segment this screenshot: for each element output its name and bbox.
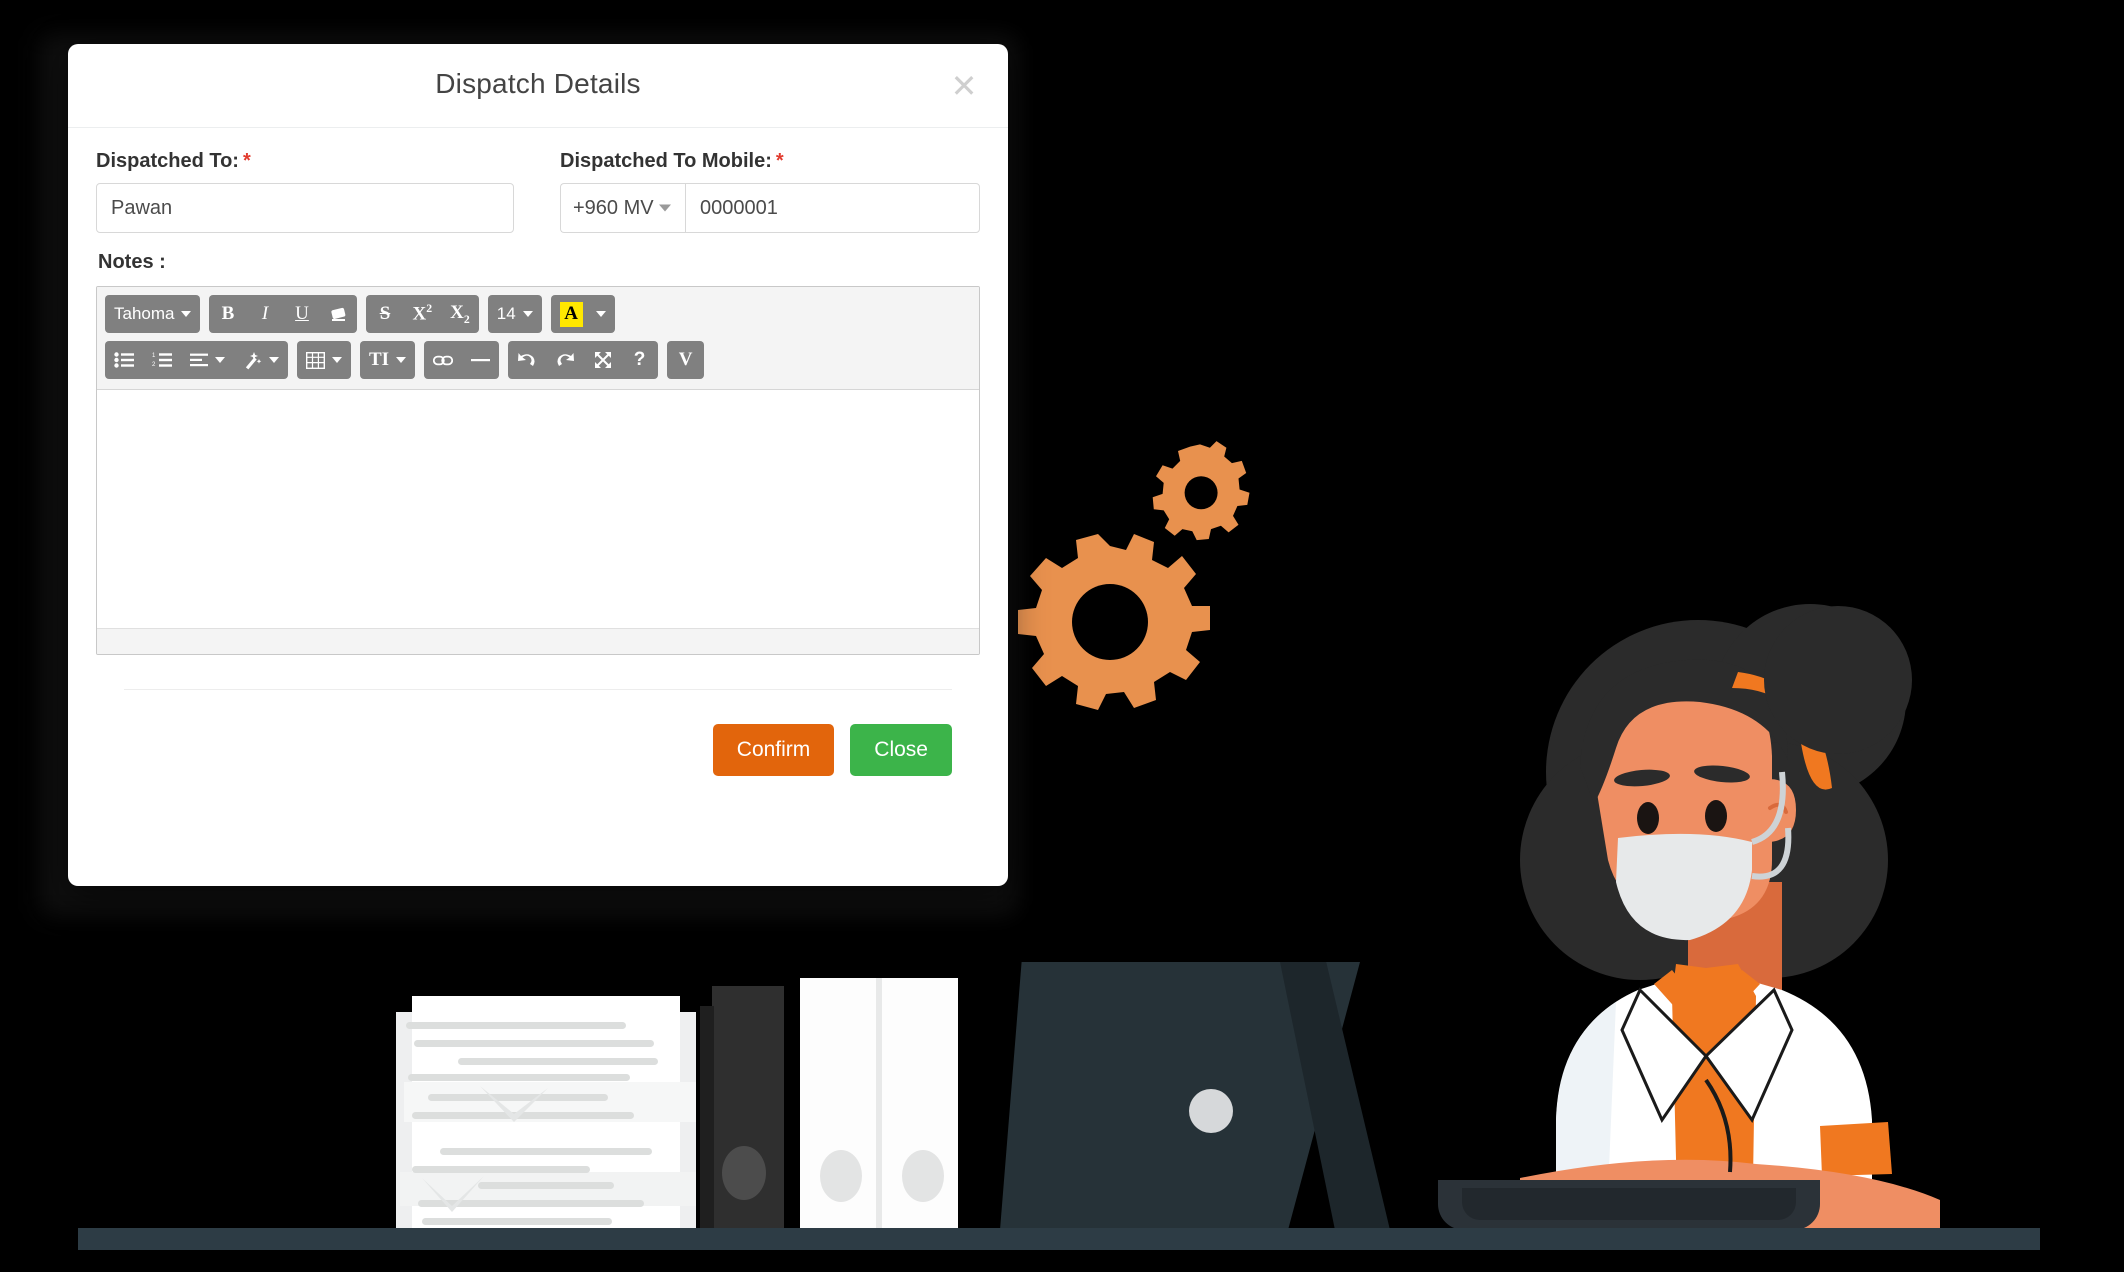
redo-button[interactable] (546, 341, 584, 379)
table-dropdown[interactable] (297, 341, 351, 379)
modal-header: Dispatch Details ✕ (68, 44, 1008, 128)
editor-status-bar (97, 628, 979, 654)
paragraph-format-group: TI (360, 341, 416, 379)
laptop-logo (1189, 1089, 1233, 1133)
styles-magic-wand-dropdown[interactable] (234, 341, 288, 379)
code-view-group: V (667, 341, 705, 379)
help-button[interactable]: ? (621, 341, 658, 379)
dispatch-details-modal: Dispatch Details ✕ Dispatched To:* Dispa… (68, 44, 1008, 886)
notes-rich-text-editor: Tahoma B I U S X2 X2 14 A 1 2 TI ? V (96, 286, 980, 655)
superscript-button[interactable]: X2 (403, 295, 441, 333)
text-style-group: B I U (209, 295, 358, 333)
help-label: ? (633, 349, 646, 370)
italic-button[interactable]: I (246, 295, 283, 333)
dark-binder-spine (700, 1006, 714, 1230)
large-gear (1010, 530, 1210, 780)
dispatched-to-group: Dispatched To: * (96, 150, 514, 233)
history-group: ? (508, 341, 659, 379)
editor-toolbar: Tahoma B I U S X2 X2 14 A 1 2 TI ? V (97, 287, 979, 390)
dispatched-to-label-text: Dispatched To: (96, 150, 239, 172)
underline-button[interactable]: U (283, 295, 320, 333)
strikethrough-button[interactable]: S (366, 295, 403, 333)
laptop-base-inner (1462, 1188, 1796, 1220)
modal-footer: Confirm Close (96, 690, 980, 776)
chevron-down-icon (522, 311, 533, 317)
country-code-value: +960 MV (573, 196, 654, 219)
chevron-down-icon (659, 204, 671, 212)
close-x-icon[interactable]: ✕ (944, 66, 984, 106)
chevron-down-icon (396, 357, 407, 363)
ordered-list-button[interactable]: 12 (143, 341, 181, 379)
paragraph-format-dropdown[interactable]: TI (360, 341, 415, 379)
modal-body: Dispatched To:* Dispatched To Mobile:* +… (68, 128, 1008, 776)
svg-text:2: 2 (152, 362, 156, 368)
font-size-value: 14 (496, 304, 516, 323)
list-align-group: 12 (105, 341, 288, 379)
confirm-button[interactable]: Confirm (712, 724, 835, 776)
chevron-down-icon (215, 357, 225, 363)
highlight-color-dropdown[interactable]: A (551, 295, 615, 333)
font-family-group: Tahoma (105, 295, 201, 333)
dispatched-to-input[interactable] (96, 183, 514, 233)
toolbar-row-1: Tahoma B I U S X2 X2 14 A (105, 295, 971, 333)
dispatched-to-mobile-label: Dispatched To Mobile: * (560, 150, 980, 173)
paper-stack (396, 996, 696, 1232)
remove-format-button[interactable] (320, 295, 357, 333)
font-family-dropdown[interactable]: Tahoma (105, 295, 200, 333)
chevron-down-icon (595, 311, 606, 317)
insert-group (424, 341, 500, 379)
mobile-number-input[interactable] (685, 183, 980, 233)
dispatched-to-label: Dispatched To: * (96, 150, 514, 173)
bold-button[interactable]: B (209, 295, 246, 333)
chevron-down-icon (269, 357, 279, 363)
dispatched-to-mobile-group: Dispatched To Mobile: * +960 MV (560, 150, 980, 233)
phone-input-group: +960 MV (560, 183, 980, 233)
dark-binder-hole (722, 1146, 766, 1200)
font-size-group: 14 (487, 295, 542, 333)
font-size-dropdown[interactable]: 14 (488, 295, 542, 333)
required-asterisk: * (775, 150, 784, 172)
unordered-list-button[interactable] (105, 341, 143, 379)
paragraph-format-label: TI (369, 349, 390, 370)
character-illustration (1520, 560, 1940, 1240)
code-view-button[interactable]: V (667, 341, 704, 379)
desk-surface (78, 1228, 2040, 1250)
country-code-dropdown[interactable]: +960 MV (560, 183, 685, 233)
undo-button[interactable] (508, 341, 546, 379)
chevron-down-icon (181, 311, 192, 317)
highlight-letter: A (559, 301, 583, 327)
script-group: S X2 X2 (366, 295, 479, 333)
dispatched-to-mobile-label-text: Dispatched To Mobile: (560, 150, 772, 172)
fullscreen-button[interactable] (584, 341, 621, 379)
font-family-value: Tahoma (114, 304, 175, 323)
insert-link-button[interactable] (424, 341, 462, 379)
code-view-label: V (678, 349, 693, 370)
notes-editable-area[interactable] (97, 390, 979, 628)
toolbar-row-2: 12 TI ? V (105, 341, 971, 379)
page-title: Dispatch Details (435, 68, 641, 99)
small-gear (1145, 440, 1255, 550)
white-binder-hole-left (820, 1150, 862, 1202)
table-group (297, 341, 351, 379)
chevron-down-icon (332, 357, 342, 363)
svg-text:1: 1 (152, 353, 156, 359)
screenshot-root: Dispatch Details ✕ Dispatched To:* Dispa… (0, 0, 2124, 1272)
align-dropdown[interactable] (181, 341, 234, 379)
subscript-button[interactable]: X2 (441, 295, 479, 333)
highlight-color-group: A (550, 295, 615, 333)
notes-label: Notes : (98, 251, 166, 273)
white-binder-gap (876, 978, 882, 1230)
required-asterisk: * (242, 150, 251, 172)
close-button[interactable]: Close (850, 724, 952, 776)
horizontal-rule-button[interactable] (462, 341, 499, 379)
white-binder-hole-right (902, 1150, 944, 1202)
field-row: Dispatched To:* Dispatched To Mobile:* +… (96, 150, 980, 233)
